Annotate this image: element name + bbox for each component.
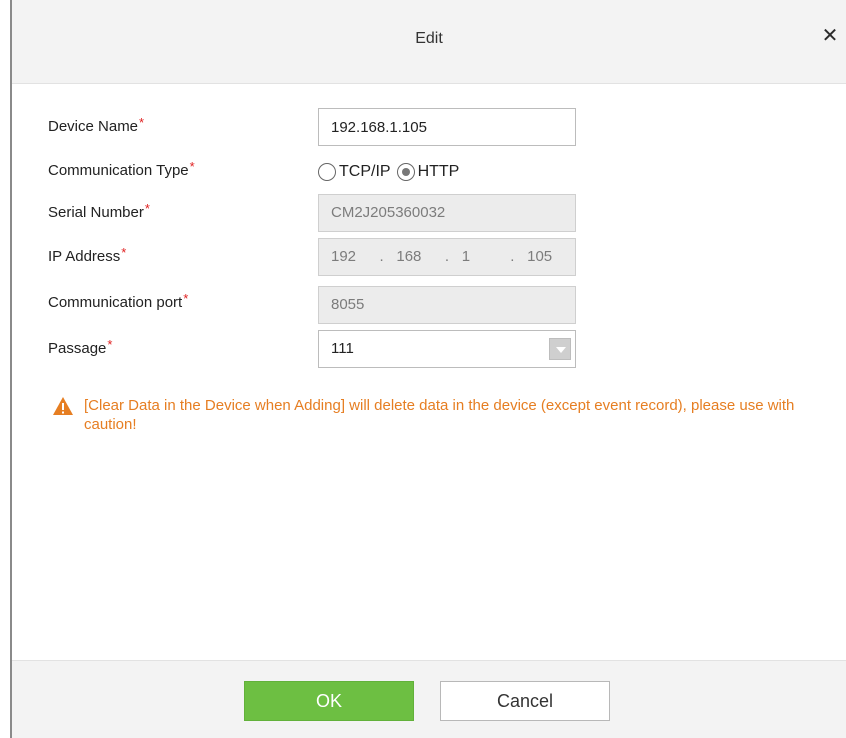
radio-http[interactable] xyxy=(396,163,415,181)
ip-address-label-text: IP Address xyxy=(48,248,121,265)
ip-address-field: 192 . 168 . 1 . 105 xyxy=(318,238,576,276)
required-marker: * xyxy=(183,291,189,306)
ok-button[interactable]: OK xyxy=(244,681,414,721)
ip-segment-3: 1 xyxy=(461,248,471,265)
required-marker: * xyxy=(139,115,145,130)
communication-port-label: Communication port* xyxy=(48,291,189,311)
passage-label: Passage* xyxy=(48,337,113,357)
serial-number-label-text: Serial Number xyxy=(48,204,144,221)
edit-device-dialog: Edit ✕ Device Name* Communication Type* … xyxy=(10,0,846,738)
ip-segment-4: 105 xyxy=(527,248,553,265)
close-icon[interactable]: ✕ xyxy=(820,24,840,48)
passage-label-text: Passage xyxy=(48,340,107,357)
required-marker: * xyxy=(121,245,127,260)
passage-selected-value: 111 xyxy=(331,340,354,357)
ip-address-label: IP Address* xyxy=(48,245,127,265)
warning-icon xyxy=(53,397,73,415)
ip-segment-2: 168 xyxy=(396,248,422,265)
chevron-down-icon[interactable] xyxy=(549,338,571,360)
dialog-title: Edit xyxy=(415,30,443,47)
radio-tcpip[interactable] xyxy=(318,163,336,181)
device-name-label: Device Name* xyxy=(48,115,145,135)
communication-type-label: Communication Type* xyxy=(48,159,195,179)
serial-number-field: CM2J205360032 xyxy=(318,194,576,232)
dialog-titlebar: Edit ✕ xyxy=(12,0,846,84)
clear-data-warning: [Clear Data in the Device when Adding] w… xyxy=(52,396,832,434)
serial-number-label: Serial Number* xyxy=(48,201,150,221)
communication-type-radio-group: TCP/IP HTTP xyxy=(318,160,465,184)
required-marker: * xyxy=(107,337,113,352)
ip-segment-1: 192 xyxy=(331,248,357,265)
radio-http-label[interactable]: HTTP xyxy=(418,163,460,181)
dialog-footer: OK Cancel xyxy=(12,660,846,738)
radio-tcpip-label[interactable]: TCP/IP xyxy=(339,163,391,181)
communication-port-field: 8055 xyxy=(318,286,576,324)
communication-port-label-text: Communication port xyxy=(48,294,183,311)
device-name-label-text: Device Name xyxy=(48,118,139,135)
warning-text: [Clear Data in the Device when Adding] w… xyxy=(84,397,795,433)
device-name-input[interactable] xyxy=(318,108,576,146)
required-marker: * xyxy=(144,201,150,216)
passage-select[interactable]: 111 xyxy=(318,330,576,368)
cancel-button[interactable]: Cancel xyxy=(440,681,610,721)
required-marker: * xyxy=(189,159,195,174)
communication-type-label-text: Communication Type xyxy=(48,162,189,179)
